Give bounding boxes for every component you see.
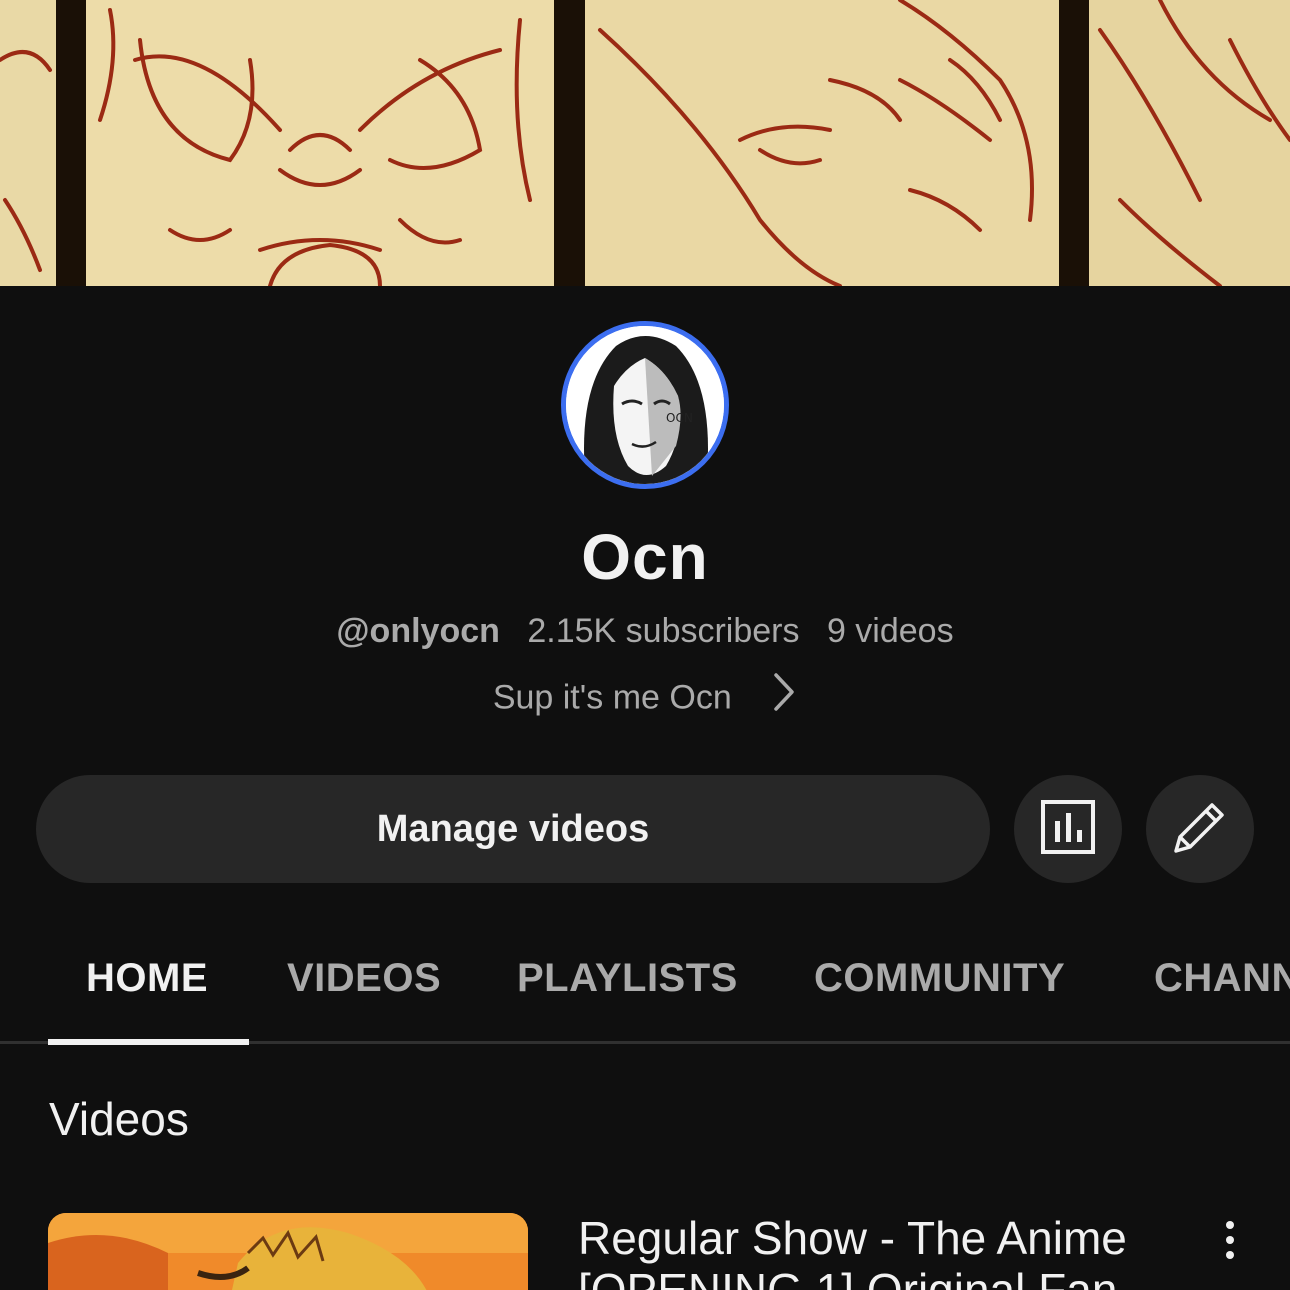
edit-channel-button[interactable]: [1146, 775, 1254, 883]
active-tab-indicator: [48, 1039, 249, 1045]
video-title[interactable]: Regular Show - The Anime [OPENING 1] Ori…: [578, 1212, 1178, 1290]
channel-meta: @onlyocn 2.15K subscribers 9 videos: [0, 612, 1290, 651]
pencil-icon: [1170, 797, 1230, 862]
more-options-icon[interactable]: [1208, 1218, 1252, 1262]
tab-videos[interactable]: VIDEOS: [287, 956, 441, 1001]
tab-channels[interactable]: CHANNELS: [1154, 956, 1290, 1001]
tab-home[interactable]: HOME: [86, 956, 208, 1001]
section-title: Videos: [49, 1093, 189, 1145]
analytics-button[interactable]: [1014, 775, 1122, 883]
video-thumbnail[interactable]: [48, 1213, 528, 1290]
channel-page: OCN Ocn @onlyocn 2.15K subscribers 9 vid…: [0, 0, 1290, 1290]
avatar-mark: OCN: [666, 411, 693, 425]
channel-description[interactable]: Sup it's me Ocn: [0, 673, 1290, 721]
channel-handle: @onlyocn: [336, 612, 500, 650]
video-count: 9 videos: [826, 612, 954, 650]
chevron-right-icon: [771, 672, 797, 721]
channel-banner: [0, 0, 1290, 286]
channel-avatar[interactable]: OCN: [561, 321, 729, 489]
tab-community[interactable]: COMMUNITY: [814, 956, 1065, 1001]
description-text: Sup it's me Ocn: [492, 678, 732, 717]
manage-videos-button[interactable]: Manage videos: [36, 775, 990, 883]
subscriber-count: 2.15K subscribers: [527, 612, 800, 650]
channel-name: Ocn: [581, 521, 709, 593]
channel-tabs: HOME VIDEOS PLAYLISTS COMMUNITY CHANNELS: [0, 940, 1290, 1045]
bar-chart-icon: [1040, 799, 1096, 860]
manage-videos-label: Manage videos: [376, 807, 650, 850]
tab-playlists[interactable]: PLAYLISTS: [517, 956, 738, 1001]
